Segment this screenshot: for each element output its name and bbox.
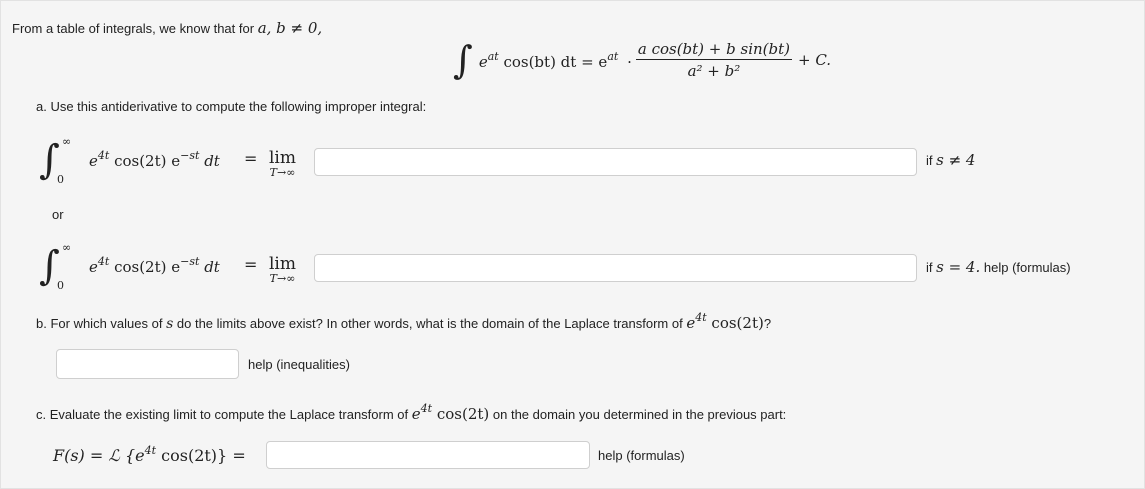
- part-a-integral-2: ∫ ∞ 0 e4t cos(2t) e−st dt = lim T→∞: [39, 241, 296, 292]
- part-c-prompt: c. Evaluate the existing limit to comput…: [36, 402, 787, 423]
- or-label: or: [52, 207, 64, 222]
- condition-a2: if s = 4. help (formulas): [926, 258, 1071, 276]
- help-inequalities-link[interactable]: help (inequalities): [248, 357, 350, 372]
- help-formulas-link-c[interactable]: help (formulas): [598, 448, 685, 463]
- limit-notation: lim T→∞: [269, 254, 296, 285]
- answer-input-a2[interactable]: [314, 254, 917, 282]
- formula-constant: + C.: [798, 51, 832, 69]
- condition-a1: if s ≠ 4: [926, 151, 976, 169]
- part-a-prompt: a. Use this antiderivative to compute th…: [36, 99, 427, 114]
- answer-input-b[interactable]: [56, 349, 239, 379]
- intro-condition: a, b ≠ 0,: [257, 19, 323, 37]
- antiderivative-formula: ∫ eat cos(bt) dt = eat · a cos(bt) + b s…: [453, 38, 832, 82]
- limit-notation: lim T→∞: [269, 148, 296, 179]
- part-a-integral-1: ∫ ∞ 0 e4t cos(2t) e−st dt = lim T→∞: [39, 135, 296, 186]
- problem-panel: From a table of integrals, we know that …: [0, 0, 1145, 489]
- intro-text: From a table of integrals, we know that …: [12, 21, 255, 36]
- part-b-prompt: b. For which values of s do the limits a…: [36, 311, 772, 332]
- answer-input-c[interactable]: [266, 441, 590, 469]
- help-formulas-link[interactable]: help (formulas): [984, 260, 1071, 275]
- answer-input-a1[interactable]: [314, 148, 917, 176]
- laplace-expression: F(s) = ℒ {e4t cos(2t)} =: [53, 444, 246, 465]
- integral-sign: ∫: [453, 38, 473, 82]
- formula-fraction: a cos(bt) + b sin(bt) a² + b²: [635, 40, 792, 80]
- intro-line: From a table of integrals, we know that …: [12, 19, 322, 37]
